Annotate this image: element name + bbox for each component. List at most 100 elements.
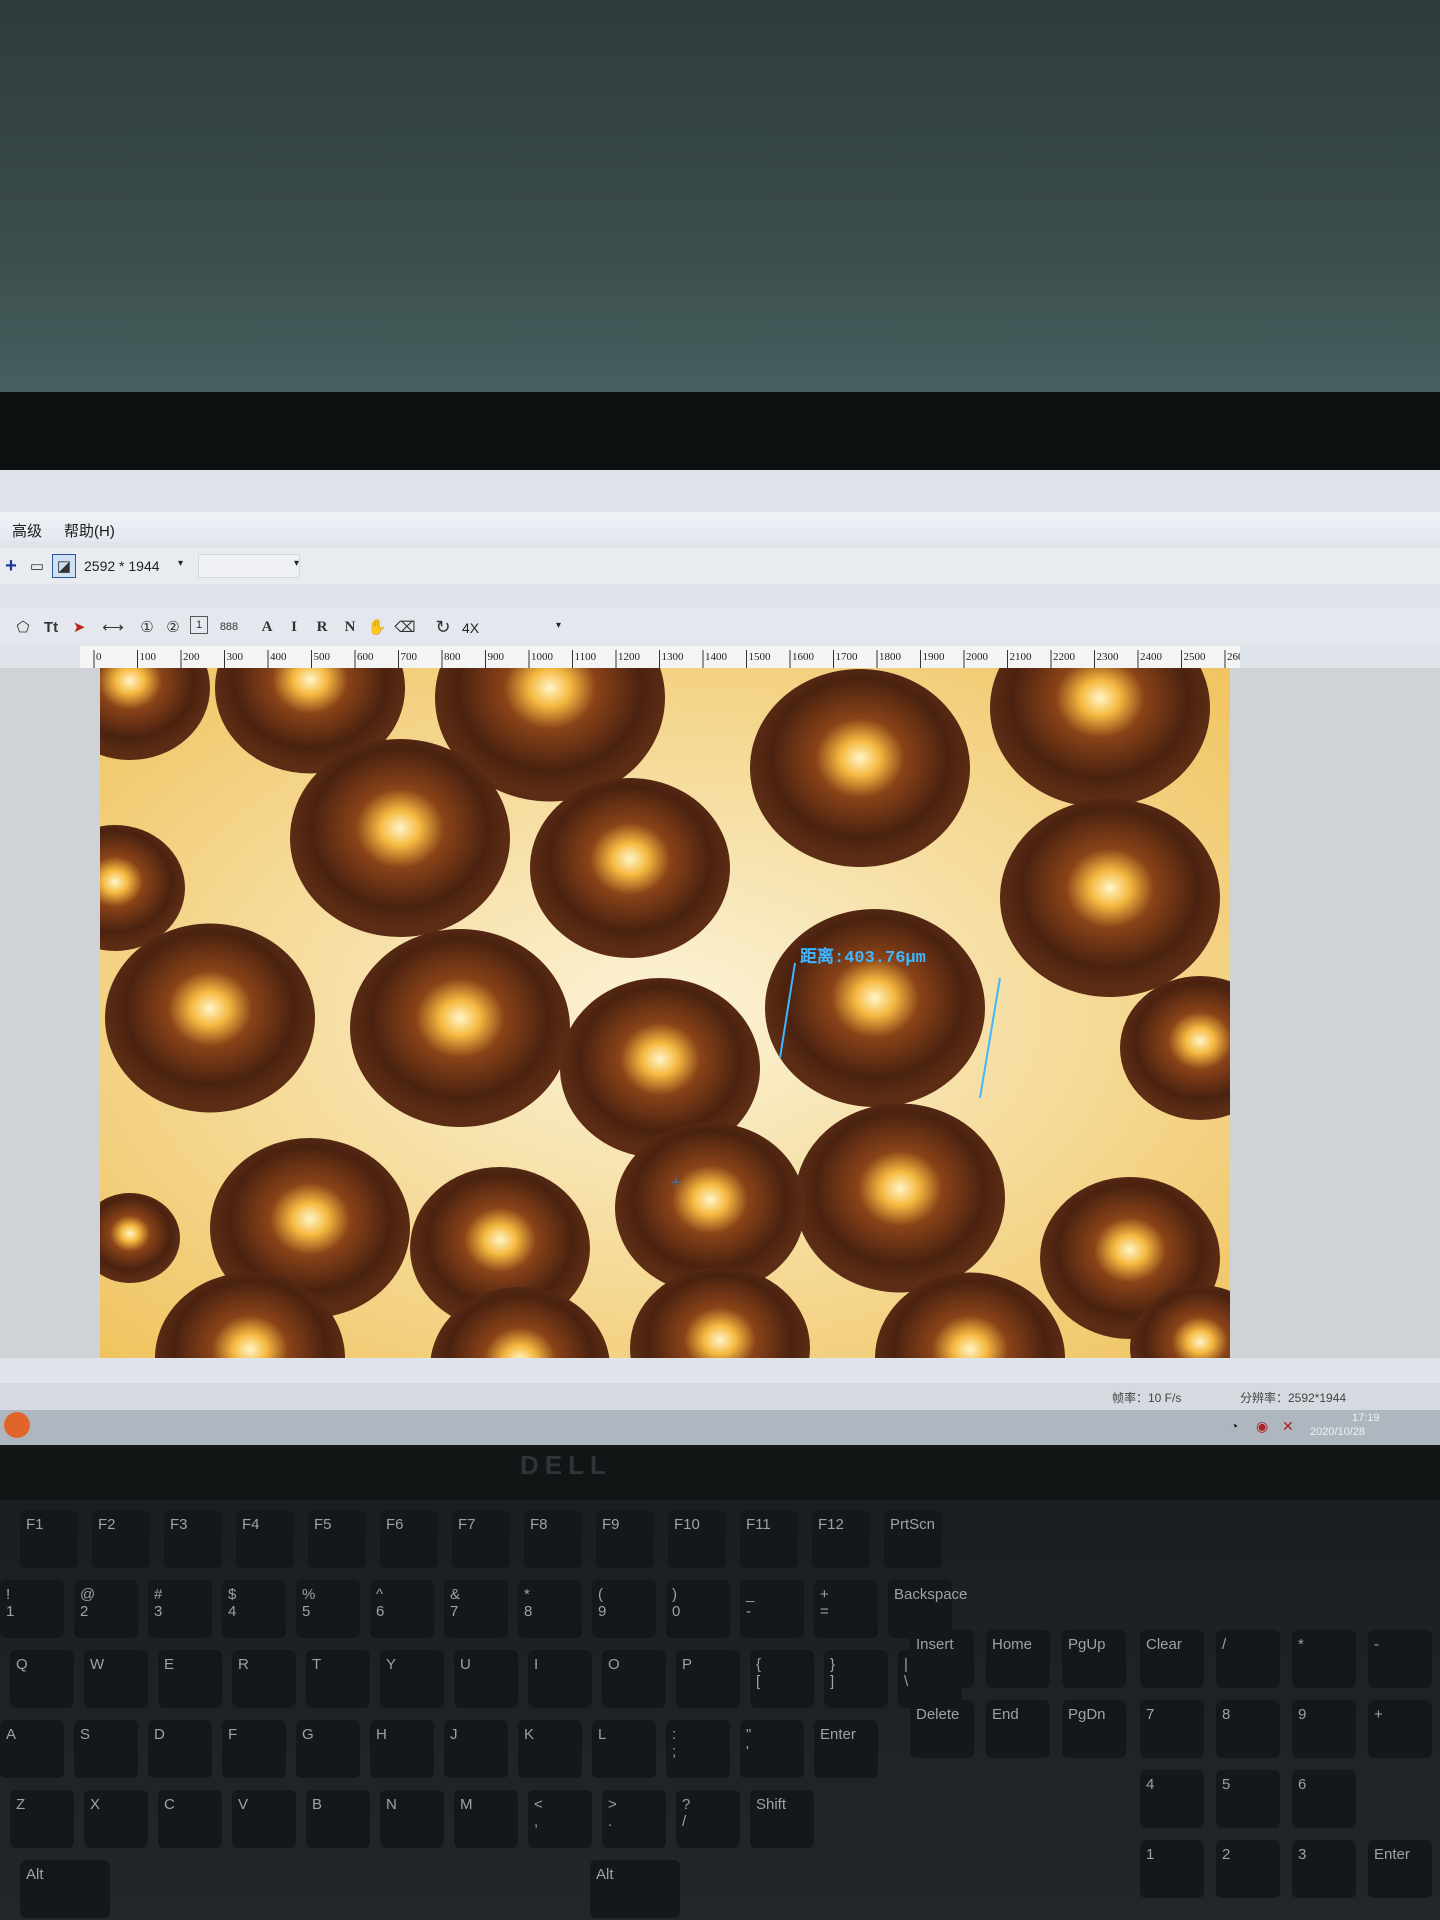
wall-background xyxy=(0,0,1440,400)
nav-key: PgDn xyxy=(1062,1700,1126,1758)
eraser-icon[interactable]: ⌫ xyxy=(394,616,416,638)
monitor-icon[interactable]: ▭ xyxy=(26,555,48,577)
ruler-tick-label: 0 xyxy=(96,651,102,663)
microsphere xyxy=(765,909,985,1107)
microsphere xyxy=(105,923,315,1113)
function-key: PrtScn xyxy=(884,1510,942,1568)
numpad-key: Clear xyxy=(1140,1630,1204,1688)
letter-key: { [ xyxy=(750,1650,814,1708)
zoom-dropdown-arrow-icon[interactable]: ▾ xyxy=(556,620,561,631)
function-key: F5 xyxy=(308,1510,366,1568)
nav-key: PgUp xyxy=(1062,1630,1126,1688)
grid-icon[interactable]: 888 xyxy=(218,616,240,638)
ruler-tick-label: 300 xyxy=(227,651,244,663)
taskbar: ◔ ◉ ✕ 17:19 2020/10/28 xyxy=(0,1410,1440,1445)
info-1-icon[interactable]: ① xyxy=(136,616,158,638)
microsphere xyxy=(290,739,510,937)
number-key: $ 4 xyxy=(222,1580,286,1638)
tray-icon-2[interactable]: ◉ xyxy=(1256,1418,1268,1435)
counter-icon[interactable]: 1 xyxy=(190,616,208,634)
ruler-tick-label: 2100 xyxy=(1010,651,1033,663)
secondary-select[interactable] xyxy=(198,554,300,578)
zoom-select[interactable]: 4X xyxy=(462,620,479,636)
function-key: F6 xyxy=(380,1510,438,1568)
alt-key: Alt xyxy=(590,1860,680,1918)
letter-key: D xyxy=(148,1720,212,1778)
screen: 高级 帮助(H) + ▭ ◪ 2592 * 1944 ▾ ▾ ⬠ Tt ➤ ⟷ … xyxy=(0,470,1440,1445)
resolution-select[interactable]: 2592 * 1944 xyxy=(84,558,160,574)
menu-bar: 高级 帮助(H) xyxy=(0,512,1440,542)
keyboard: F1 F2 F3 F4 F5 F6 F7 F8 F9 F10 F11 F12 PrtScn! 1 @ 2 #… xyxy=(0,1500,1440,1920)
menu-advanced[interactable]: 高级 xyxy=(12,520,42,541)
microsphere xyxy=(530,778,730,958)
number-key: ) 0 xyxy=(666,1580,730,1638)
ruler-tick-label: 2200 xyxy=(1053,651,1076,663)
function-key: F11 xyxy=(740,1510,798,1568)
nav-key: Delete xyxy=(910,1700,974,1758)
function-key: F3 xyxy=(164,1510,222,1568)
number-key: @ 2 xyxy=(74,1580,138,1638)
secondary-dropdown-arrow-icon[interactable]: ▾ xyxy=(294,558,299,569)
numpad-key: 9 xyxy=(1292,1700,1356,1758)
letter-key: F xyxy=(222,1720,286,1778)
plus-icon[interactable]: + xyxy=(0,555,22,577)
number-key: + = xyxy=(814,1580,878,1638)
number-key: % 5 xyxy=(296,1580,360,1638)
letter-key: Z xyxy=(10,1790,74,1848)
tool-r[interactable]: R xyxy=(311,616,333,638)
ruler-tick-label: 400 xyxy=(270,651,287,663)
ruler-tick-label: 200 xyxy=(183,651,200,663)
text-tool-icon[interactable]: Tt xyxy=(40,616,62,638)
refresh-icon[interactable]: ↻ xyxy=(432,616,454,638)
ruler-ticks: 0 100 200 300 400 500 600 700 800 900 1000 1100 1200… xyxy=(93,650,1250,668)
pointer-icon[interactable]: ➤ xyxy=(68,616,90,638)
polygon-icon[interactable]: ⬠ xyxy=(12,616,34,638)
letter-key: N xyxy=(380,1790,444,1848)
numpad-key: Enter xyxy=(1368,1840,1432,1898)
number-key: ^ 6 xyxy=(370,1580,434,1638)
ruler-tick-label: 1500 xyxy=(749,651,772,663)
letter-key: P xyxy=(676,1650,740,1708)
microscope-image[interactable]: 距离:403.76μm + xyxy=(100,668,1230,1358)
letter-key: Shift xyxy=(750,1790,814,1848)
toolbar-top: + ▭ ◪ 2592 * 1944 ▾ ▾ xyxy=(0,548,1440,584)
ruler-tick-label: 700 xyxy=(401,651,418,663)
framerate-text: 帧率：10 F/s xyxy=(1112,1391,1182,1405)
ruler-tick-label: 800 xyxy=(444,651,461,663)
tray-icon-3[interactable]: ✕ xyxy=(1282,1418,1294,1435)
numpad-key: + xyxy=(1368,1700,1432,1758)
measure-line-icon[interactable]: ⟷ xyxy=(102,616,124,638)
number-key: * 8 xyxy=(518,1580,582,1638)
letter-key: Q xyxy=(10,1650,74,1708)
letter-key: < , xyxy=(528,1790,592,1848)
numpad-key: 7 xyxy=(1140,1700,1204,1758)
ruler-tick-label: 1400 xyxy=(705,651,728,663)
microsphere xyxy=(795,1103,1005,1293)
letter-key: " ' xyxy=(740,1720,804,1778)
resolution-dropdown-arrow-icon[interactable]: ▾ xyxy=(178,558,183,569)
horizontal-ruler: 0 100 200 300 400 500 600 700 800 900 1000 1100 1200… xyxy=(80,646,1250,669)
ruler-tick-label: 2500 xyxy=(1184,651,1207,663)
letter-key: O xyxy=(602,1650,666,1708)
tool-a[interactable]: A xyxy=(256,616,278,638)
status-bar: 帧率：10 F/s 分辨率：2592*1944 xyxy=(0,1383,1440,1413)
info-2-icon[interactable]: ② xyxy=(162,616,184,638)
hand-icon[interactable]: ✋ xyxy=(366,616,388,638)
numpad-key: 5 xyxy=(1216,1770,1280,1828)
start-button[interactable] xyxy=(4,1412,30,1438)
letter-key: > . xyxy=(602,1790,666,1848)
ruler-tick-label: 1300 xyxy=(662,651,685,663)
tool-n[interactable]: N xyxy=(339,616,361,638)
ruler-tick-label: 2600 xyxy=(1227,651,1240,663)
resolution-status-text: 分辨率：2592*1944 xyxy=(1240,1391,1347,1405)
numpad-key: 2 xyxy=(1216,1840,1280,1898)
ruler-tick-label: 500 xyxy=(314,651,331,663)
menu-help[interactable]: 帮助(H) xyxy=(64,520,115,541)
tray-icon-1[interactable]: ◔ xyxy=(1230,1418,1238,1434)
capture-icon[interactable]: ◪ xyxy=(52,554,76,578)
ruler-tick-label: 2000 xyxy=(966,651,989,663)
tool-i[interactable]: I xyxy=(283,616,305,638)
alt-key: Alt xyxy=(20,1860,110,1918)
function-key: F2 xyxy=(92,1510,150,1568)
ruler-tick-label: 1100 xyxy=(575,651,597,663)
